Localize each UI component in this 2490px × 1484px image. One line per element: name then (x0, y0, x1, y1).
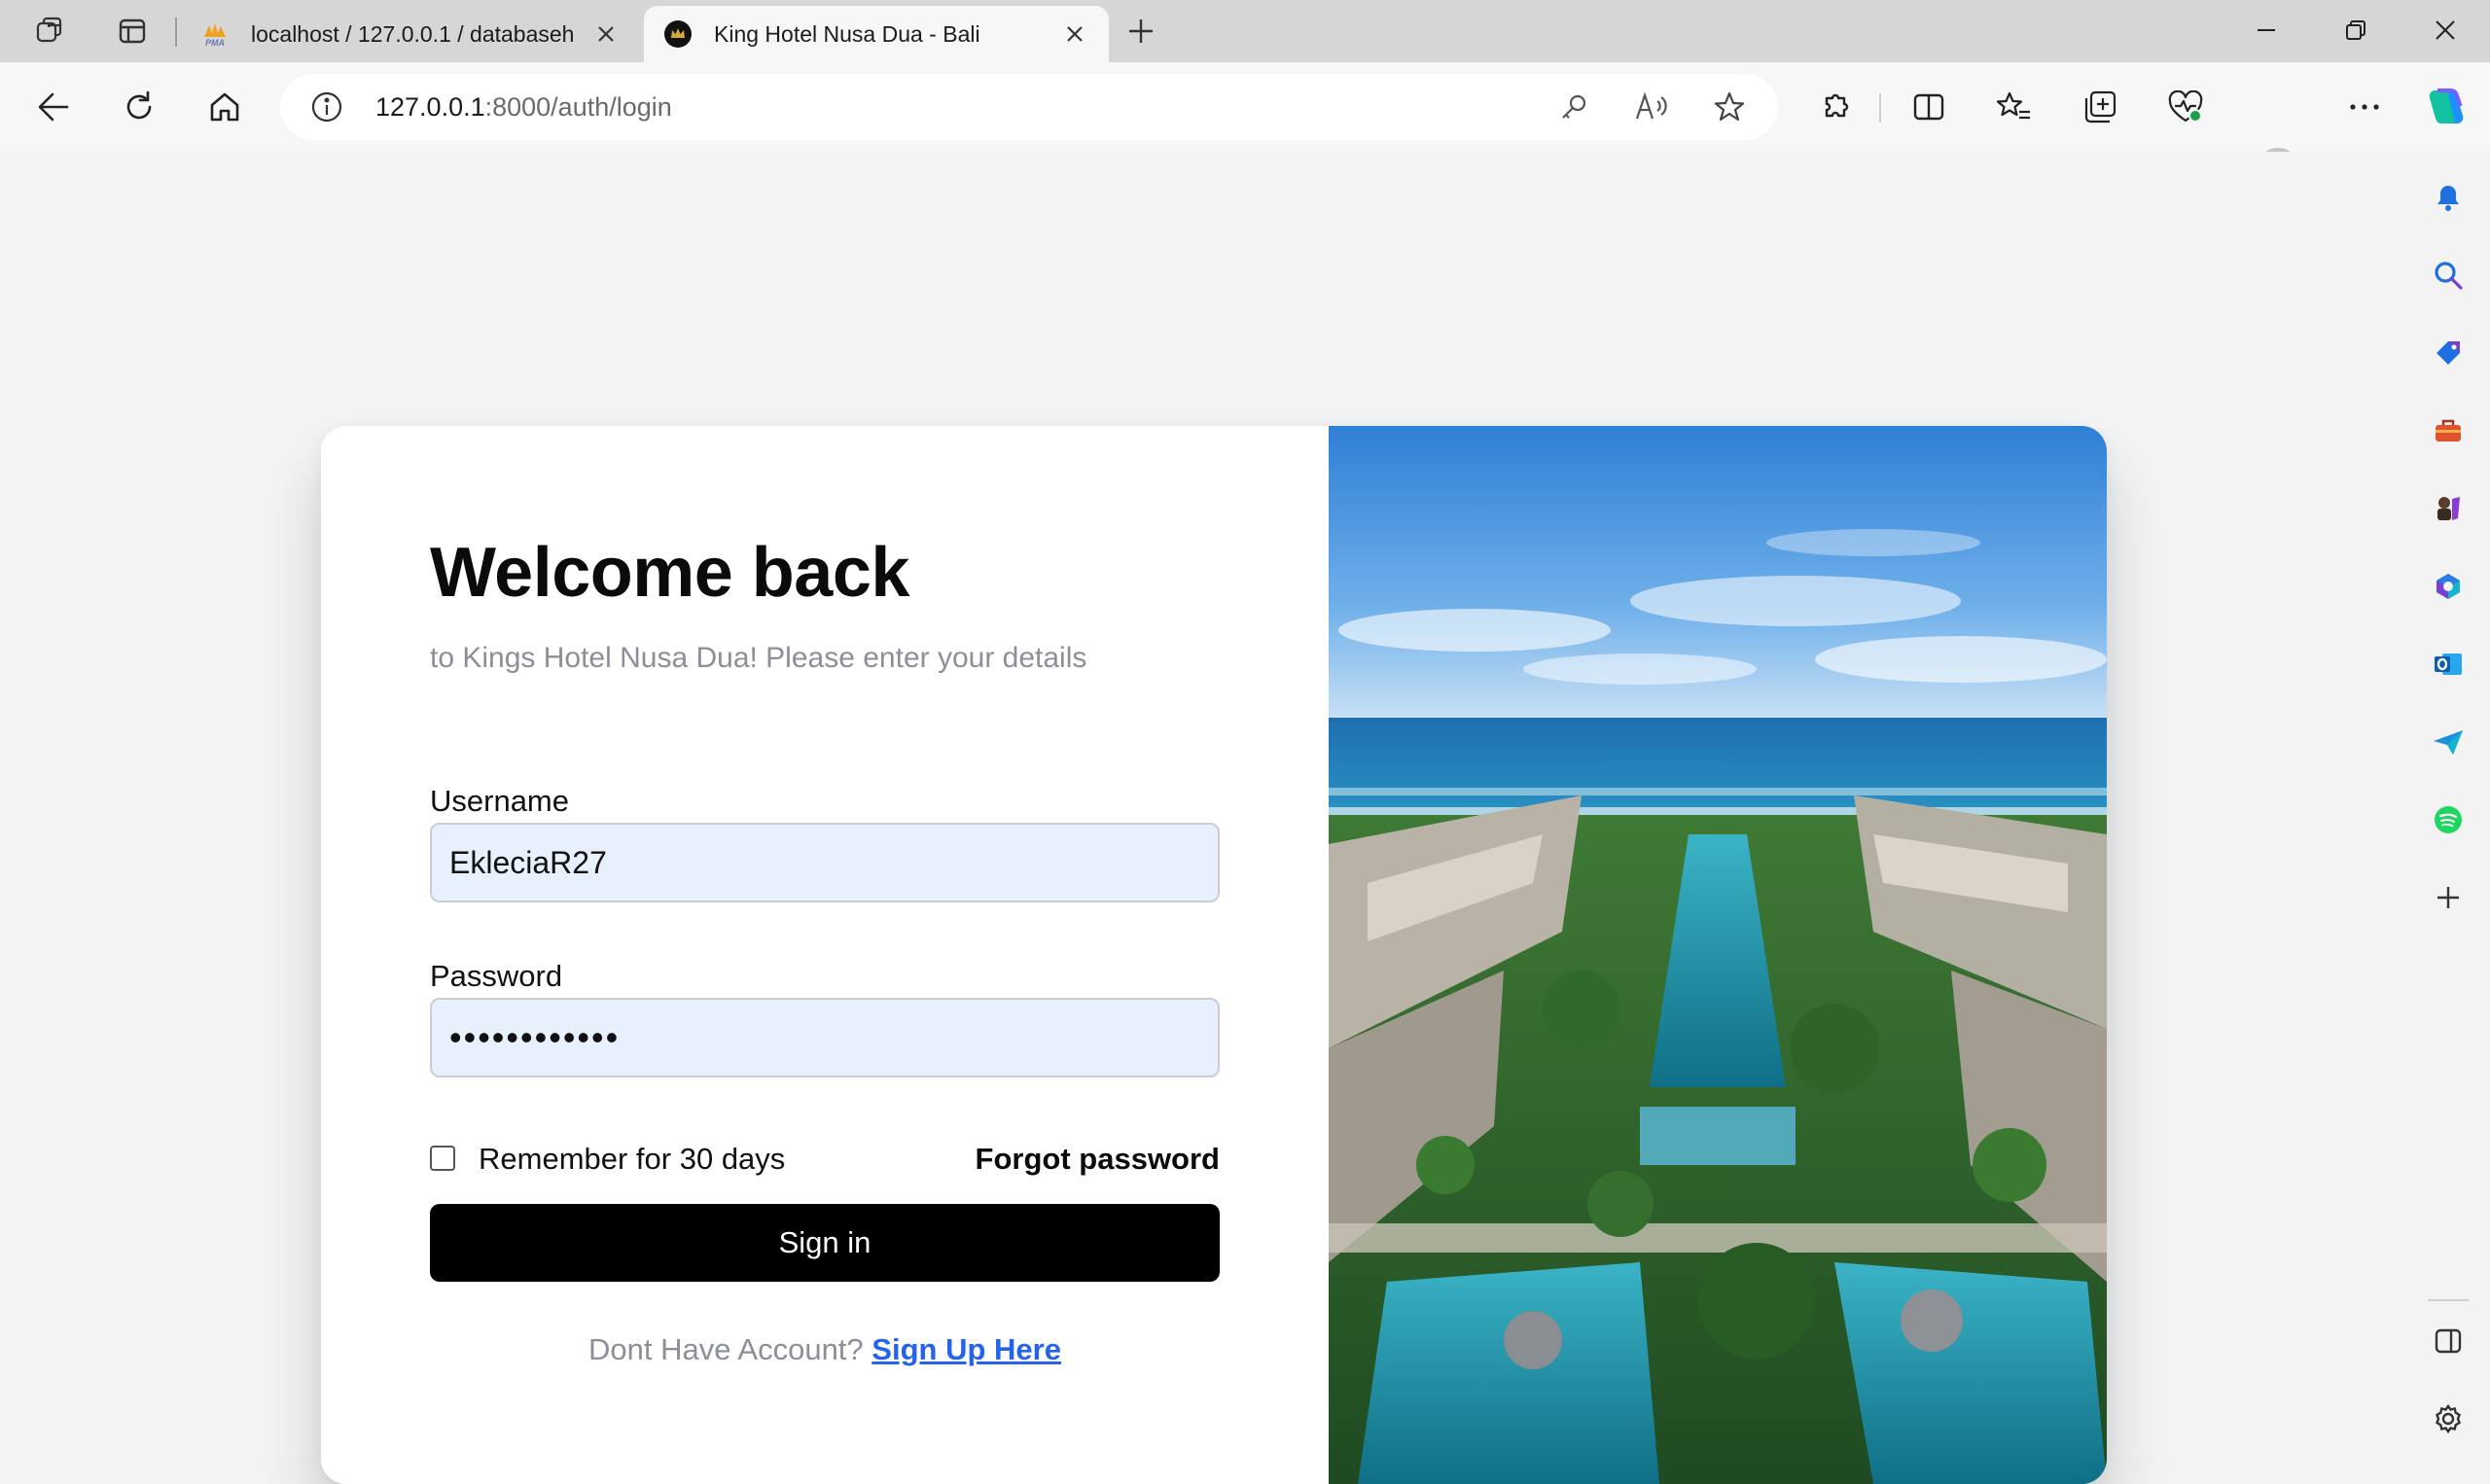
page-viewport: Welcome back to Kings Hotel Nusa Dua! Pl… (8, 152, 2406, 1484)
tab-king-hotel[interactable]: King Hotel Nusa Dua - Bali (644, 6, 1109, 62)
workspaces-icon[interactable] (31, 12, 70, 51)
url-text[interactable]: 127.0.0.1:8000/auth/login (375, 92, 672, 123)
password-label: Password (430, 959, 563, 993)
remember-checkbox[interactable] (430, 1146, 455, 1171)
close-tab-icon[interactable] (591, 19, 621, 49)
browser-toolbar: 127.0.0.1:8000/auth/login (0, 62, 2490, 191)
sidebar-layout-icon[interactable] (2426, 1319, 2471, 1363)
tab-title: localhost / 127.0.0.1 / databaseh (251, 20, 575, 47)
extensions-icon[interactable] (1811, 84, 1860, 130)
site-info-icon[interactable] (309, 89, 344, 124)
new-tab-button[interactable] (1119, 12, 1163, 51)
key-icon[interactable] (1554, 88, 1593, 126)
hotel-crown-icon (663, 19, 693, 49)
send-icon[interactable] (2426, 720, 2471, 764)
home-icon[interactable] (200, 84, 249, 130)
settings-gear-icon[interactable] (2426, 1396, 2471, 1441)
phpmyadmin-icon: PMA (200, 19, 230, 49)
favorite-star-icon[interactable] (1710, 88, 1749, 126)
games-icon[interactable] (2426, 486, 2471, 531)
tab-actions-icon[interactable] (113, 12, 152, 51)
browser-essentials-icon[interactable] (2161, 84, 2210, 130)
tab-divider (175, 18, 177, 47)
tab-phpmyadmin[interactable]: PMA localhost / 127.0.0.1 / databaseh (181, 6, 640, 62)
read-aloud-icon[interactable] (1632, 88, 1671, 126)
spotify-icon[interactable] (2426, 797, 2471, 842)
url-host: 127.0.0.1 (375, 92, 485, 122)
url-path: :8000/auth/login (484, 92, 672, 122)
login-form: Welcome back to Kings Hotel Nusa Dua! Pl… (430, 426, 1220, 1484)
edge-sidebar (2406, 152, 2490, 1454)
microsoft365-icon[interactable] (2426, 564, 2471, 609)
copilot-icon[interactable] (2422, 84, 2471, 130)
page-title: Welcome back (430, 534, 909, 612)
svg-text:PMA: PMA (205, 38, 225, 47)
refresh-icon[interactable] (115, 84, 163, 130)
tab-title: King Hotel Nusa Dua - Bali (714, 20, 980, 47)
signup-prompt: Dont Have Account? Sign Up Here (430, 1332, 1220, 1367)
minimize-button[interactable] (2227, 8, 2305, 53)
split-screen-icon[interactable] (1904, 84, 1953, 130)
no-account-text: Dont Have Account? (588, 1332, 864, 1366)
shopping-tag-icon[interactable] (2426, 331, 2471, 375)
remember-row: Remember for 30 days Forgot password (430, 1138, 1220, 1181)
favorites-icon[interactable] (1990, 84, 2039, 130)
search-icon[interactable] (2426, 253, 2471, 298)
close-tab-icon[interactable] (1060, 19, 1089, 49)
page-subtitle: to Kings Hotel Nusa Dua! Please enter yo… (430, 642, 1087, 674)
sidebar-divider (2428, 1299, 2469, 1301)
outlook-icon[interactable] (2426, 642, 2471, 687)
restore-button[interactable] (2317, 8, 2395, 53)
remember-label[interactable]: Remember for 30 days (479, 1142, 785, 1177)
add-icon[interactable] (2426, 875, 2471, 920)
address-bar[interactable]: 127.0.0.1:8000/auth/login (280, 74, 1778, 140)
toolbox-icon[interactable] (2426, 408, 2471, 453)
tab-strip: PMA localhost / 127.0.0.1 / databaseh Ki… (0, 0, 2490, 62)
bell-icon[interactable] (2426, 175, 2471, 220)
sign-up-link[interactable]: Sign Up Here (872, 1332, 1061, 1366)
login-card: Welcome back to Kings Hotel Nusa Dua! Pl… (321, 426, 2107, 1484)
toolbar-divider (1879, 93, 1881, 123)
more-icon[interactable] (2340, 84, 2389, 130)
back-icon[interactable] (29, 84, 78, 130)
sign-in-button[interactable]: Sign in (430, 1204, 1220, 1282)
username-label: Username (430, 784, 569, 818)
username-field[interactable]: EkleciaR27 (430, 823, 1220, 902)
password-field[interactable]: •••••••••••• (430, 998, 1220, 1078)
forgot-password-link[interactable]: Forgot password (976, 1142, 1220, 1177)
close-window-button[interactable] (2406, 8, 2484, 53)
collections-icon[interactable] (2076, 84, 2124, 130)
resort-aerial-photo (1329, 426, 2107, 1484)
